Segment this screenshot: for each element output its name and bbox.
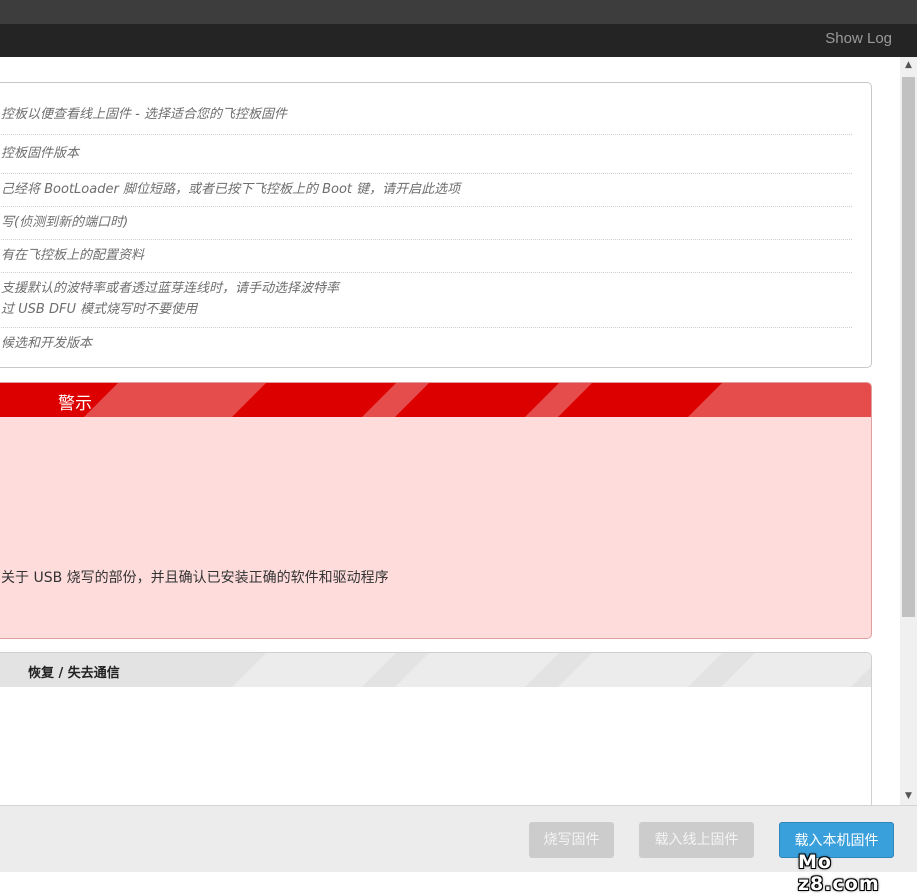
window-title-bar [0,0,917,24]
option-manual-boot[interactable]: 己经将 BootLoader 脚位短路，或者已按下飞控板上的 Boot 键，请开… [1,179,852,200]
option-firmware-version: 控板固件版本 [1,143,852,164]
firmware-options-panel: 控板以便查看线上固件 - 选择适合您的飞控板固件 控板固件版本 己经将 Boot… [0,82,872,368]
divider [1,239,852,240]
warning-title: 警示 [58,394,92,414]
warning-header: 警示 [0,383,871,417]
option-auto-flash[interactable]: 写(侦测到新的端口时) [1,212,852,233]
option-text: 控板固件版本 [1,146,80,161]
recovery-header: 恢复 / 失去通信 [0,653,871,687]
recovery-title: 恢复 / 失去通信 [28,666,120,681]
scroll-down-icon[interactable]: ▼ [900,788,917,805]
load-online-firmware-button[interactable]: 载入线上固件 [639,822,754,858]
option-manual-baud[interactable]: 支援默认的波特率或者透过蓝芽连线时，请手动选择波特率 过 USB DFU 模式烧… [1,278,852,320]
scroll-up-icon[interactable]: ▲ [900,57,917,74]
option-text: 支援默认的波特率或者透过蓝芽连线时，请手动选择波特率 [1,281,340,296]
flash-firmware-button[interactable]: 烧写固件 [529,822,614,858]
show-log-link[interactable]: Show Log [825,30,892,47]
recovery-panel: 恢复 / 失去通信 [0,652,872,822]
vertical-scrollbar[interactable]: ▲ ▼ [900,57,917,805]
option-text: 候选和开发版本 [1,336,93,351]
header-stripe [395,653,559,687]
header-stripe [721,653,871,687]
option-text: 写(侦测到新的端口时) [1,215,129,230]
option-text: 己经将 BootLoader 脚位短路，或者已按下飞控板上的 Boot 键，请开… [1,182,461,197]
divider [1,206,852,207]
header-stripe [232,653,396,687]
option-text: 有在飞控板上的配置资料 [1,248,145,263]
header-stripe [558,653,722,687]
toolbar [0,24,917,57]
scroll-thumb[interactable] [902,77,915,617]
divider [1,327,852,328]
header-stripe [232,383,396,417]
option-show-unstable[interactable]: 候选和开发版本 [1,333,852,354]
option-board-select: 控板以便查看线上固件 - 选择适合您的飞控板固件 [1,104,852,125]
header-stripe [558,383,722,417]
divider [1,173,852,174]
bottom-action-bar: 烧写固件 载入线上固件 载入本机固件 [0,805,917,872]
divider [1,134,852,135]
warning-panel: 警示 关于 USB 烧写的部份，并且确认已安装正确的软件和驱动程序 [0,382,872,639]
site-watermark: Mo z8.com [798,851,880,895]
option-text: 过 USB DFU 模式烧写时不要使用 [1,302,198,317]
option-text: 控板以便查看线上固件 - 选择适合您的飞控板固件 [1,107,287,122]
divider [1,272,852,273]
header-stripe [395,383,559,417]
warning-text: 关于 USB 烧写的部份，并且确认已安装正确的软件和驱动程序 [1,570,389,586]
option-full-chip-erase[interactable]: 有在飞控板上的配置资料 [1,245,852,266]
